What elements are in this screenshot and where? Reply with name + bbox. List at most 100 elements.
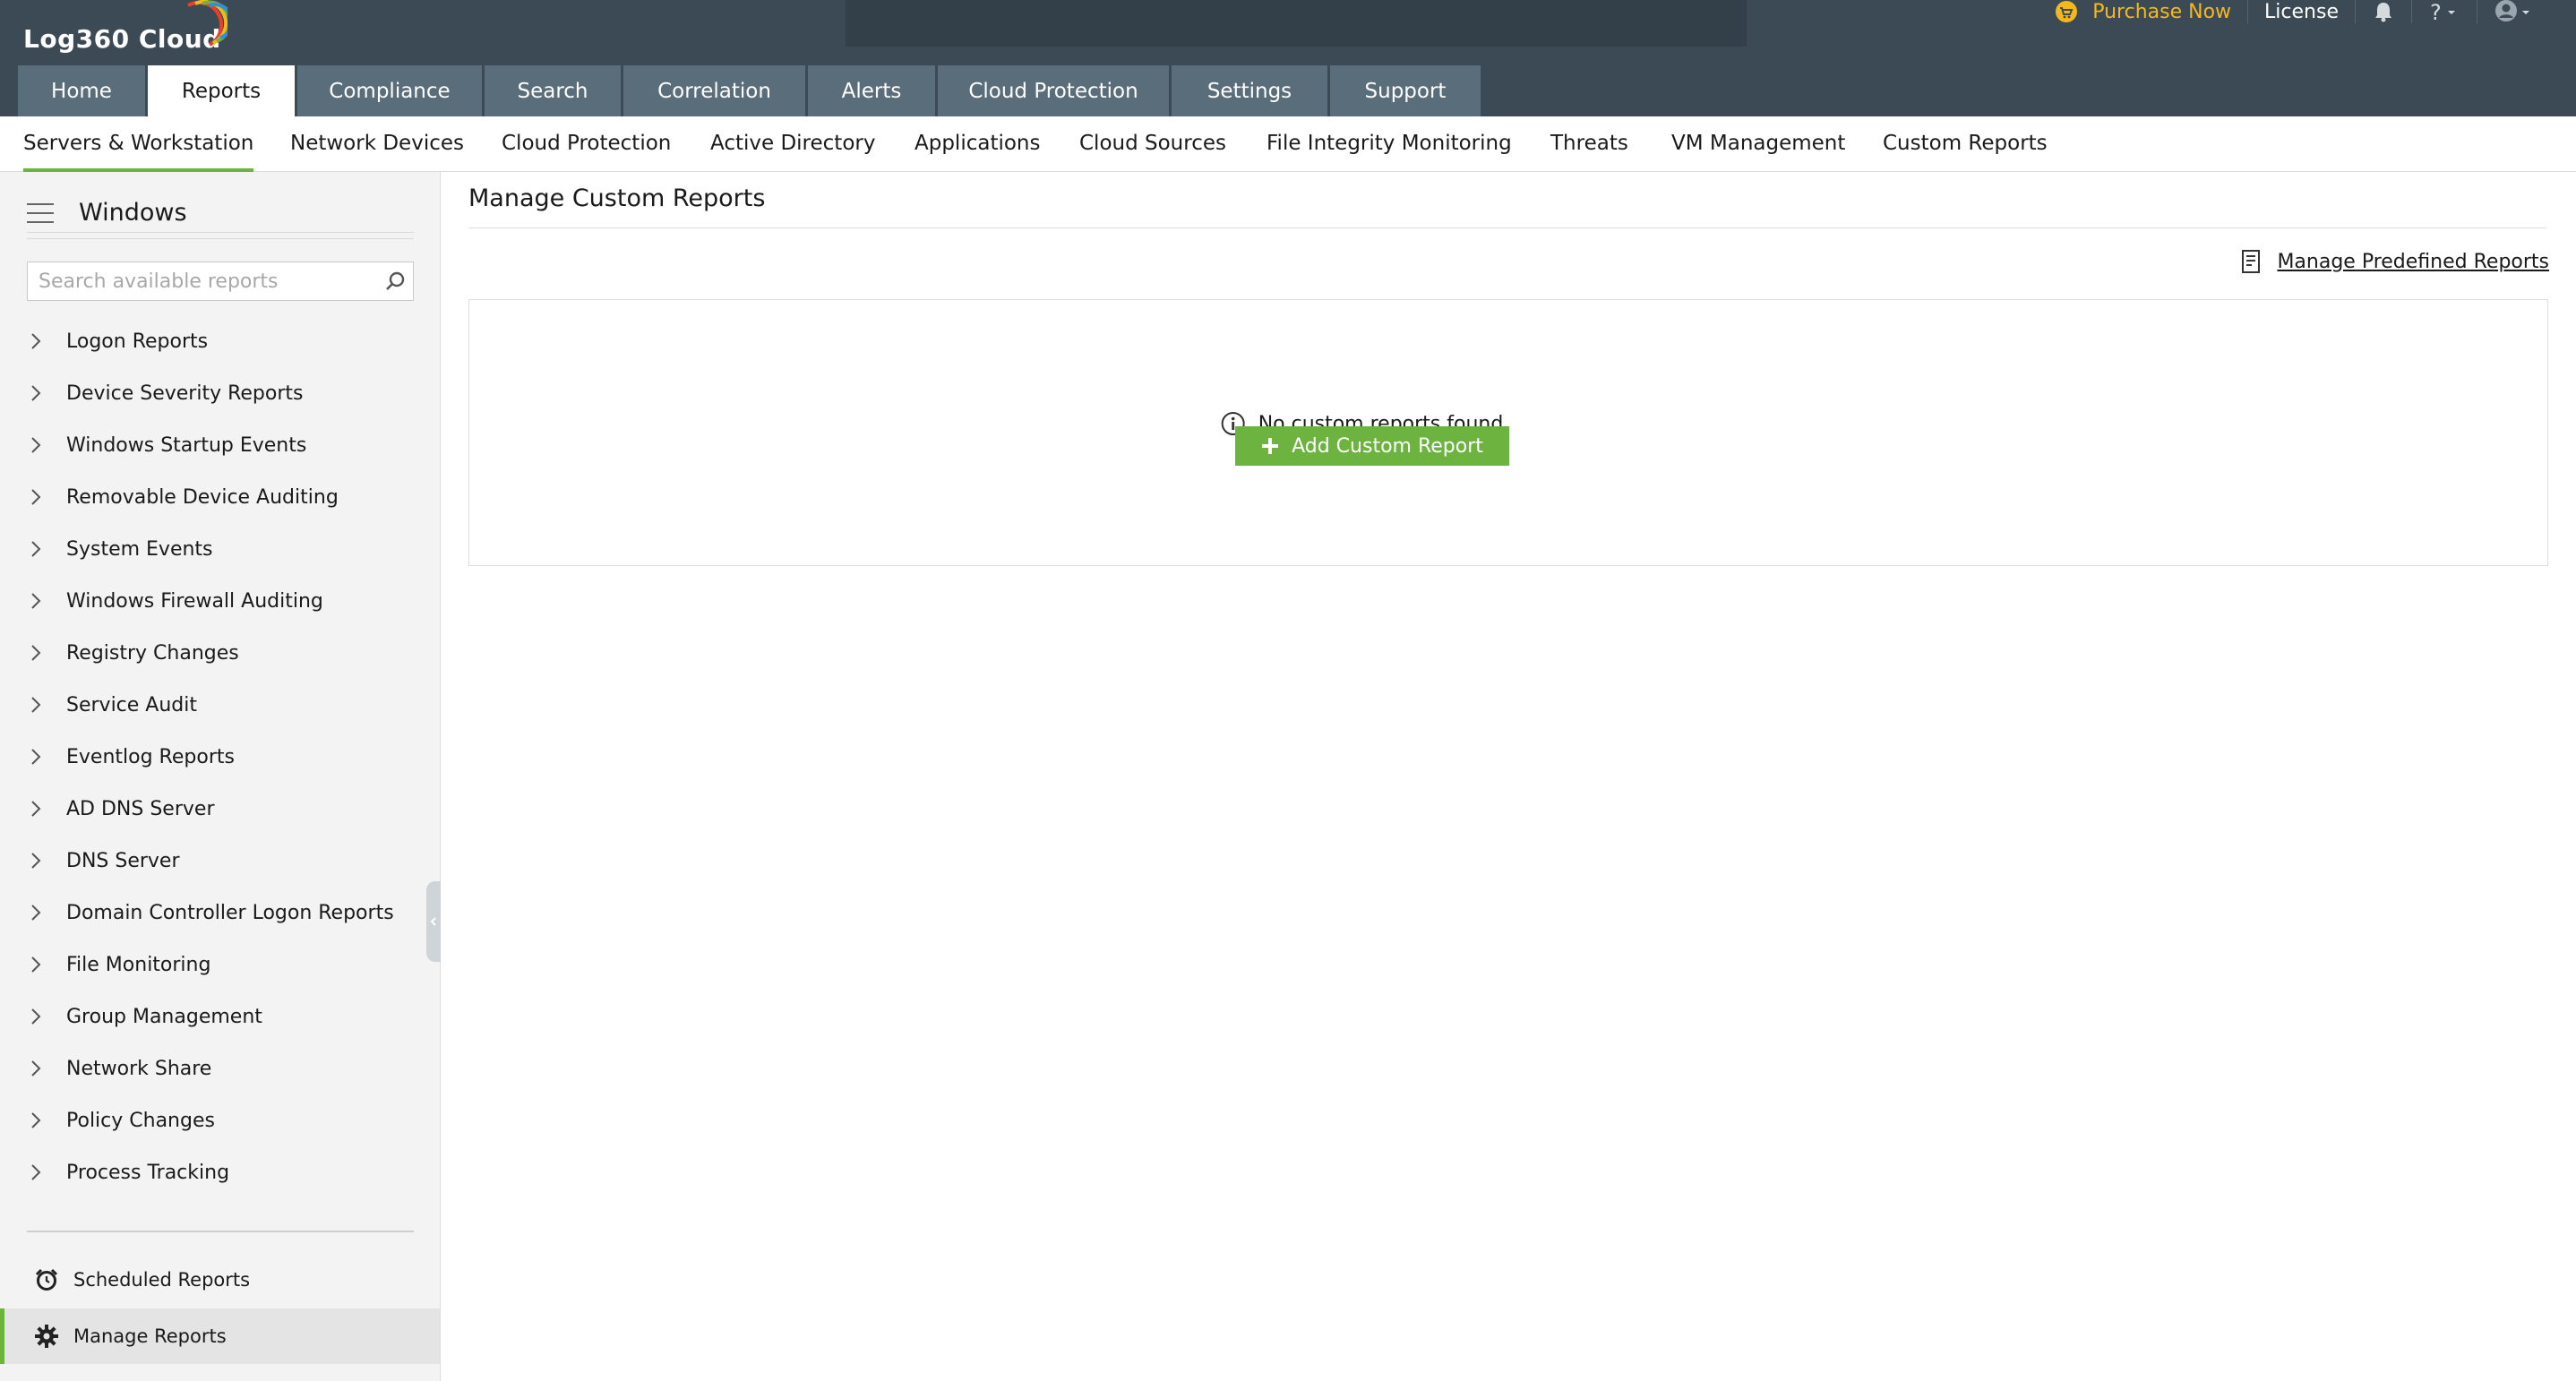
chevron-right-icon[interactable] bbox=[27, 731, 66, 783]
chevron-right-icon[interactable] bbox=[27, 1146, 66, 1198]
scheduled-reports-link[interactable]: Scheduled Reports bbox=[0, 1252, 440, 1308]
subnav-servers-workstation[interactable]: Servers & Workstation bbox=[23, 116, 254, 172]
sidebar-report-item[interactable]: File Monitoring bbox=[27, 939, 421, 991]
subnav-custom-reports[interactable]: Custom Reports bbox=[1883, 116, 2048, 172]
plus-icon bbox=[1262, 438, 1279, 454]
sidebar-report-label: AD DNS Server bbox=[66, 797, 215, 820]
sidebar-report-item[interactable]: DNS Server bbox=[27, 835, 421, 887]
sidebar-report-item[interactable]: Domain Controller Logon Reports bbox=[27, 887, 421, 939]
chevron-right-icon[interactable] bbox=[27, 627, 66, 679]
user-menu-button[interactable] bbox=[2477, 0, 2551, 23]
sidebar-report-label: Registry Changes bbox=[66, 641, 239, 665]
sidebar-report-label: System Events bbox=[66, 537, 213, 561]
chevron-right-icon[interactable] bbox=[27, 1094, 66, 1146]
sidebar-report-item[interactable]: Service Audit bbox=[27, 679, 421, 731]
sidebar-report-item[interactable]: Process Tracking bbox=[27, 1146, 421, 1198]
main-content: Manage Custom Reports Manage Predefined … bbox=[442, 172, 2576, 1381]
subnav-applications[interactable]: Applications bbox=[914, 116, 1041, 172]
tab-home[interactable]: Home bbox=[18, 65, 145, 116]
sidebar-report-item[interactable]: Eventlog Reports bbox=[27, 731, 421, 783]
subnav-cloud-sources[interactable]: Cloud Sources bbox=[1079, 116, 1226, 172]
cart-icon bbox=[2056, 1, 2078, 22]
purchase-now-link[interactable]: Purchase Now bbox=[2037, 0, 2247, 23]
subnav-threats[interactable]: Threats bbox=[1550, 116, 1628, 172]
sidebar-divider bbox=[27, 238, 414, 239]
subnav-network-devices[interactable]: Network Devices bbox=[290, 116, 464, 172]
sidebar-header: Windows bbox=[27, 193, 414, 233]
title-divider bbox=[468, 227, 2546, 228]
hamburger-menu-icon[interactable] bbox=[27, 202, 54, 223]
chevron-right-icon[interactable] bbox=[27, 471, 66, 523]
sidebar: Windows Logon Reports Device Severity Rep… bbox=[0, 172, 441, 1381]
bell-icon bbox=[2375, 3, 2391, 22]
subnav-vm-management[interactable]: VM Management bbox=[1671, 116, 1845, 172]
sidebar-report-label: Group Management bbox=[66, 1005, 262, 1028]
add-custom-report-button[interactable]: Add Custom Report bbox=[1235, 426, 1509, 466]
report-document-icon bbox=[2242, 250, 2261, 273]
notifications-button[interactable] bbox=[2355, 0, 2411, 23]
sidebar-report-item[interactable]: Device Severity Reports bbox=[27, 367, 421, 419]
sidebar-report-label: Removable Device Auditing bbox=[66, 485, 339, 509]
sidebar-report-item[interactable]: Group Management bbox=[27, 991, 421, 1042]
tab-support[interactable]: Support bbox=[1330, 65, 1481, 116]
chevron-right-icon[interactable] bbox=[27, 783, 66, 835]
chevron-right-icon[interactable] bbox=[27, 887, 66, 939]
sidebar-report-label: File Monitoring bbox=[66, 953, 211, 976]
chevron-right-icon[interactable] bbox=[27, 835, 66, 887]
subnav-active-directory[interactable]: Active Directory bbox=[710, 116, 875, 172]
tab-compliance[interactable]: Compliance bbox=[297, 65, 482, 116]
app-logo[interactable]: Log360 Cloud bbox=[23, 0, 228, 59]
purchase-now-label: Purchase Now bbox=[2092, 0, 2232, 23]
top-header: Log360 Cloud Purchase Now License ? Home… bbox=[0, 0, 2576, 116]
chevron-right-icon[interactable] bbox=[27, 523, 66, 575]
add-custom-report-label: Add Custom Report bbox=[1292, 434, 1483, 458]
chevron-left-icon bbox=[430, 917, 436, 926]
sidebar-report-item[interactable]: Logon Reports bbox=[27, 315, 421, 367]
sidebar-collapse-handle[interactable] bbox=[426, 881, 441, 962]
sidebar-report-item[interactable]: Windows Firewall Auditing bbox=[27, 575, 421, 627]
gear-icon bbox=[29, 1324, 64, 1349]
tab-alerts[interactable]: Alerts bbox=[808, 65, 935, 116]
chevron-right-icon[interactable] bbox=[27, 575, 66, 627]
sidebar-report-item[interactable]: System Events bbox=[27, 523, 421, 575]
chevron-right-icon[interactable] bbox=[27, 1042, 66, 1094]
manage-predefined-reports-link[interactable]: Manage Predefined Reports bbox=[2241, 249, 2549, 274]
license-link[interactable]: License bbox=[2247, 0, 2355, 23]
tab-correlation[interactable]: Correlation bbox=[623, 65, 805, 116]
help-icon: ? bbox=[2430, 0, 2455, 23]
sidebar-report-label: Network Share bbox=[66, 1057, 212, 1080]
tab-cloud-protection[interactable]: Cloud Protection bbox=[938, 65, 1169, 116]
tab-reports[interactable]: Reports bbox=[148, 65, 295, 116]
help-menu-button[interactable]: ? bbox=[2411, 0, 2477, 23]
sidebar-report-label: Eventlog Reports bbox=[66, 745, 235, 768]
sidebar-report-item[interactable]: Registry Changes bbox=[27, 627, 421, 679]
sidebar-report-item[interactable]: Network Share bbox=[27, 1042, 421, 1094]
chevron-right-icon[interactable] bbox=[27, 315, 66, 367]
subnav-cloud-protection[interactable]: Cloud Protection bbox=[502, 116, 671, 172]
chevron-right-icon[interactable] bbox=[27, 991, 66, 1042]
user-icon bbox=[2495, 0, 2529, 21]
sidebar-report-item[interactable]: Removable Device Auditing bbox=[27, 471, 421, 523]
sidebar-title: Windows bbox=[79, 199, 187, 227]
chevron-right-icon[interactable] bbox=[27, 367, 66, 419]
manage-reports-link[interactable]: Manage Reports bbox=[0, 1308, 440, 1364]
sidebar-report-label: Policy Changes bbox=[66, 1109, 215, 1132]
search-icon[interactable] bbox=[377, 263, 413, 299]
top-right-toolbar: Purchase Now License ? bbox=[2037, 0, 2551, 23]
tab-settings[interactable]: Settings bbox=[1172, 65, 1327, 116]
sidebar-report-item[interactable]: Policy Changes bbox=[27, 1094, 421, 1146]
tab-search[interactable]: Search bbox=[485, 65, 621, 116]
sidebar-report-label: Logon Reports bbox=[66, 330, 209, 353]
subnav-file-integrity-monitoring[interactable]: File Integrity Monitoring bbox=[1267, 116, 1512, 172]
chevron-right-icon[interactable] bbox=[27, 419, 66, 471]
sidebar-report-item[interactable]: Windows Startup Events bbox=[27, 419, 421, 471]
report-category-list: Logon Reports Device Severity Reports Wind… bbox=[27, 315, 421, 1198]
sidebar-report-label: Process Tracking bbox=[66, 1161, 230, 1184]
custom-reports-panel: No custom reports found. Add Custom Repo… bbox=[468, 299, 2548, 566]
sidebar-report-item[interactable]: AD DNS Server bbox=[27, 783, 421, 835]
report-search-input[interactable] bbox=[28, 263, 377, 299]
sidebar-report-label: Service Audit bbox=[66, 693, 197, 716]
chevron-right-icon[interactable] bbox=[27, 679, 66, 731]
chevron-right-icon[interactable] bbox=[27, 939, 66, 991]
report-search-box bbox=[27, 262, 414, 301]
